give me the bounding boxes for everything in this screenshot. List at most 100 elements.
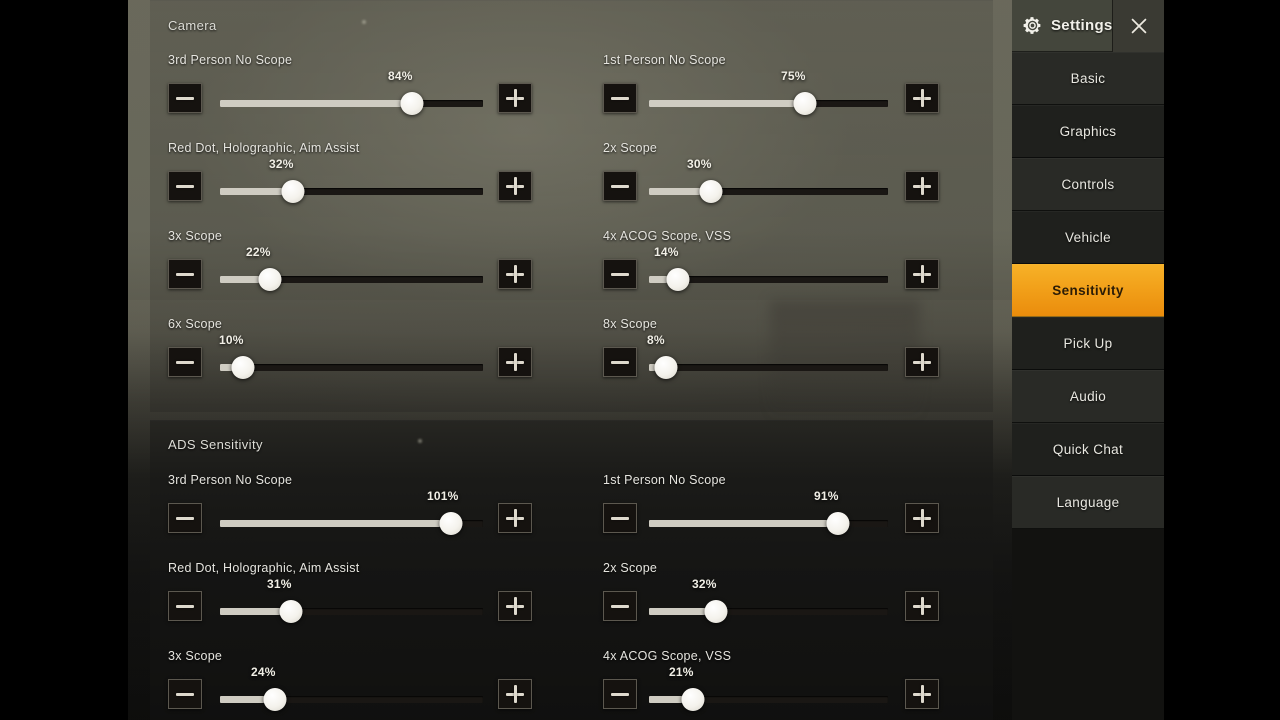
minus-icon [611,604,629,608]
minus-icon [176,96,194,100]
sensitivity-slider[interactable]: 10% [219,333,483,379]
plus-icon [513,509,517,527]
slider-knob[interactable] [258,268,282,291]
sidebar-item-language[interactable]: Language [1012,476,1164,529]
increase-button[interactable] [498,259,532,289]
setting-row: Red Dot, Holographic, Aim Assist 32% [150,129,587,217]
plus-icon [920,89,924,107]
decrease-button[interactable] [168,83,202,113]
slider-knob[interactable] [231,356,255,379]
sidebar-item-sensitivity[interactable]: Sensitivity [1012,264,1164,317]
sensitivity-slider[interactable]: 30% [649,157,888,203]
slider-knob[interactable] [654,356,678,379]
sensitivity-slider[interactable]: 32% [220,157,483,203]
minus-icon [611,360,629,364]
slider-knob[interactable] [400,92,424,115]
dust-speck [418,439,422,443]
increase-button[interactable] [498,83,532,113]
left-letterbox [0,0,128,720]
decrease-button[interactable] [603,679,637,709]
setting-row: 8x Scope 8% [587,305,993,393]
increase-button[interactable] [498,347,532,377]
increase-button[interactable] [498,591,532,621]
sidebar-item-label: Language [1056,494,1120,510]
sensitivity-slider[interactable]: 22% [220,245,483,291]
sidebar-item-label: Audio [1069,388,1107,404]
sidebar-item-audio[interactable]: Audio [1012,370,1164,423]
increase-button[interactable] [905,679,939,709]
decrease-button[interactable] [168,259,202,289]
slider-value: 14% [654,245,679,259]
sensitivity-slider[interactable]: 8% [647,333,888,379]
sensitivity-slider[interactable]: 32% [649,577,888,623]
decrease-button[interactable] [603,503,637,533]
setting-label: 1st Person No Scope [603,473,726,487]
increase-button[interactable] [905,503,939,533]
increase-button[interactable] [905,259,939,289]
sidebar-item-controls[interactable]: Controls [1012,158,1164,211]
decrease-button[interactable] [603,591,637,621]
sidebar-item-vehicle[interactable]: Vehicle [1012,211,1164,264]
increase-button[interactable] [498,679,532,709]
sensitivity-slider[interactable]: 75% [649,69,888,115]
slider-knob[interactable] [704,600,728,623]
slider-track[interactable] [649,364,888,371]
decrease-button[interactable] [168,347,202,377]
decrease-button[interactable] [603,259,637,289]
slider-knob[interactable] [263,688,287,711]
slider-track[interactable] [220,364,483,371]
slider-value: 31% [267,577,292,591]
slider-knob[interactable] [439,512,463,535]
setting-row: 2x Scope 32% [587,549,993,637]
sidebar-item-pick-up[interactable]: Pick Up [1012,317,1164,370]
decrease-button[interactable] [168,591,202,621]
increase-button[interactable] [905,347,939,377]
section-camera: Camera 3rd Person No Scope 84% 1st Person … [150,0,993,412]
sensitivity-slider[interactable]: 31% [220,577,483,623]
decrease-button[interactable] [603,347,637,377]
decrease-button[interactable] [168,171,202,201]
sensitivity-slider[interactable]: 21% [649,665,888,711]
sensitivity-slider[interactable]: 84% [220,69,483,115]
increase-button[interactable] [905,171,939,201]
setting-row: 3rd Person No Scope 84% [150,41,587,129]
slider-knob[interactable] [666,268,690,291]
setting-row: 3x Scope 22% [150,217,587,305]
sidebar-item-quick-chat[interactable]: Quick Chat [1012,423,1164,476]
setting-row: 1st Person No Scope 91% [587,461,993,549]
slider-value: 91% [814,489,839,503]
sidebar-item-basic[interactable]: Basic [1012,52,1164,105]
increase-button[interactable] [498,503,532,533]
close-button[interactable] [1112,0,1164,52]
slider-knob[interactable] [699,180,723,203]
plus-icon [513,597,517,615]
sensitivity-slider[interactable]: 101% [220,489,483,535]
increase-button[interactable] [905,83,939,113]
slider-knob[interactable] [793,92,817,115]
slider-value: 30% [687,157,712,171]
increase-button[interactable] [498,171,532,201]
decrease-button[interactable] [603,171,637,201]
decrease-button[interactable] [168,679,202,709]
sidebar-item-label: Graphics [1059,123,1117,139]
slider-knob[interactable] [826,512,850,535]
slider-knob[interactable] [681,688,705,711]
decrease-button[interactable] [603,83,637,113]
increase-button[interactable] [905,591,939,621]
decrease-button[interactable] [168,503,202,533]
plus-icon [920,177,924,195]
minus-icon [176,272,194,276]
game-settings-screen: Camera 3rd Person No Scope 84% 1st Person … [0,0,1280,720]
slider-value: 84% [388,69,413,83]
setting-row: 4x ACOG Scope, VSS 14% [587,217,993,305]
setting-label: 2x Scope [603,561,658,575]
sensitivity-slider[interactable]: 14% [649,245,888,291]
sidebar-item-label: Quick Chat [1052,441,1124,457]
slider-knob[interactable] [279,600,303,623]
minus-icon [611,272,629,276]
sidebar-item-graphics[interactable]: Graphics [1012,105,1164,158]
sensitivity-slider[interactable]: 91% [649,489,888,535]
slider-knob[interactable] [281,180,305,203]
minus-icon [176,184,194,188]
sensitivity-slider[interactable]: 24% [220,665,483,711]
